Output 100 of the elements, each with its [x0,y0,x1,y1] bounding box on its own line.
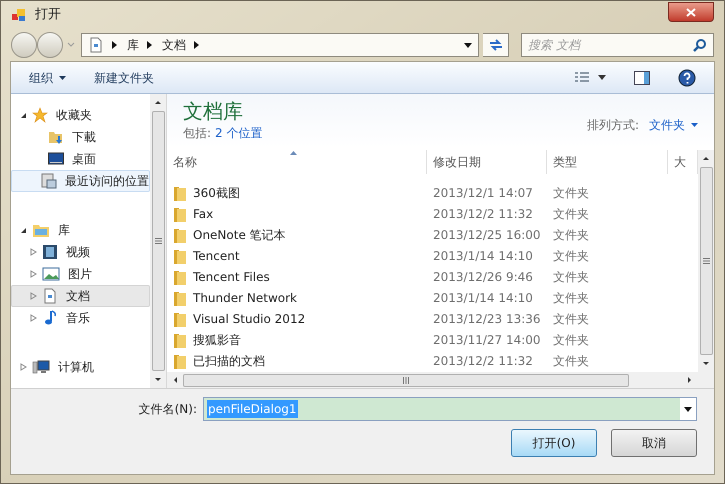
library-title: 文档库 [183,98,244,124]
search-icon[interactable] [693,38,707,52]
breadcrumb-arrow-icon[interactable] [194,41,199,49]
nav-item[interactable]: 视频 [11,241,150,263]
folder-icon [173,184,187,200]
file-row[interactable]: Thunder Network 2013/1/14 14:10 文件夹 [167,287,698,308]
document-icon [88,37,104,53]
nav-label: 桌面 [72,151,96,168]
folder-icon [173,206,187,222]
collapsed-arrow-icon[interactable] [30,248,37,256]
picture-icon [42,266,60,282]
preview-pane-icon[interactable] [634,70,650,84]
dropdown-caret-icon[interactable] [464,42,472,48]
nav-item[interactable]: 计算机 [11,356,150,378]
file-row[interactable]: Tencent Files 2013/12/26 9:46 文件夹 [167,266,698,287]
file-name: 360截图 [193,184,240,202]
app-icon [11,7,27,23]
type-cell-text: 文件夹 [552,226,590,244]
library-folder-icon [32,222,50,238]
view-list-icon[interactable] [574,70,590,84]
back-button[interactable] [11,32,37,58]
nav-item[interactable]: 图片 [11,263,150,285]
vertical-scrollbar[interactable] [150,94,166,388]
breadcrumb-arrow-icon[interactable] [112,41,117,49]
refresh-button[interactable] [483,33,509,57]
locations-link[interactable]: 2 个位置 [215,124,262,142]
expanded-arrow-icon[interactable] [20,112,27,118]
horizontal-scrollbar[interactable] [167,372,714,388]
close-button[interactable] [668,2,714,22]
date-cell-text: 2013/12/2 11:32 [432,352,534,370]
search-box[interactable]: 搜索 文档 [521,33,714,57]
date-cell-text: 2013/1/14 14:10 [432,248,534,264]
recent-places-icon [41,173,57,189]
collapsed-arrow-icon[interactable] [30,314,37,322]
file-row[interactable]: 360截图 2013/12/1 14:07 文件夹 [167,182,698,203]
file-row[interactable]: Visual Studio 2012 2013/12/23 13:36 文件夹 [167,308,698,329]
file-row[interactable]: 已扫描的文档 2013/12/2 11:32 文件夹 [167,350,698,371]
file-row[interactable]: Fax 2013/12/2 11:32 文件夹 [167,203,698,224]
nav-label: 音乐 [66,310,90,327]
nav-label: 下載 [72,129,96,146]
date-cell-text: 2013/12/25 16:00 [432,226,542,244]
vertical-scrollbar[interactable] [698,150,714,372]
dialog-button[interactable]: 打开(O) [511,429,597,457]
column-header[interactable]: 修改日期 [427,150,547,174]
address-bar[interactable]: 库 文档 [81,33,479,57]
file-name: Tencent [193,248,240,264]
file-name: OneNote 笔记本 [193,226,286,244]
nav-item[interactable]: 桌面 [11,148,150,170]
nav-label: 视频 [66,244,90,261]
column-header[interactable]: 名称 [167,150,427,174]
nav-item[interactable]: 收藏夹 [11,104,150,126]
collapsed-arrow-icon[interactable] [20,363,27,371]
file-row[interactable]: Tencent 2013/1/14 14:10 文件夹 [167,245,698,266]
organize-menu-button[interactable]: 组织 [29,68,66,86]
folder-icon [173,332,187,348]
folder-download-icon [48,129,64,145]
collapsed-arrow-icon[interactable] [30,270,37,278]
filename-label: 文件名(N): [138,401,197,418]
grip-icon [702,258,710,264]
monitor-icon [48,151,64,167]
search-field[interactable]: 搜索 文档 [528,36,693,54]
breadcrumb-arrow-icon[interactable] [147,41,152,49]
folder-icon [173,226,187,242]
caret-icon[interactable] [598,75,606,80]
date-cell-text: 2013/12/23 13:36 [432,310,542,328]
type-cell-text: 文件夹 [552,352,590,370]
collapsed-arrow-icon[interactable] [30,292,37,300]
computer-icon [32,359,50,375]
breadcrumb[interactable]: 文档 [162,36,186,54]
forward-button[interactable] [37,32,63,58]
film-icon [42,244,58,260]
includes-label: 包括: [183,125,212,142]
nav-item[interactable]: 最近访问的位置 [11,170,150,192]
document-icon [42,288,58,304]
nav-item[interactable]: 音乐 [11,307,150,329]
dropdown-caret-icon[interactable] [684,406,692,412]
arrange-dropdown[interactable]: 文件夹 [649,116,698,134]
help-icon[interactable] [678,68,696,86]
dialog-button[interactable]: 取消 [611,429,697,457]
folder-icon [173,268,187,284]
file-row[interactable]: OneNote 笔记本 2013/12/25 16:00 文件夹 [167,224,698,245]
nav-label: 图片 [68,266,92,283]
column-header[interactable]: 类型 [547,150,668,174]
nav-item[interactable]: 库 [11,219,150,241]
window-title: 打开 [35,6,61,24]
file-name: 已扫描的文档 [193,352,265,370]
expanded-arrow-icon[interactable] [20,226,27,234]
file-name: Thunder Network [193,290,297,306]
nav-item[interactable]: 文档 [11,285,150,307]
nav-label: 收藏夹 [56,107,92,124]
file-row[interactable]: 搜狐影音 2013/11/27 14:00 文件夹 [167,329,698,350]
nav-label: 库 [58,222,70,239]
folder-icon [173,290,187,306]
file-name: 搜狐影音 [193,332,241,348]
type-cell-text: 文件夹 [552,310,590,328]
breadcrumb[interactable]: 库 [127,36,139,54]
nav-item[interactable]: 下載 [11,126,150,148]
nav-label: 最近访问的位置 [65,173,149,190]
refresh-arrows-icon [488,38,504,52]
new-folder-button[interactable]: 新建文件夹 [94,68,154,86]
